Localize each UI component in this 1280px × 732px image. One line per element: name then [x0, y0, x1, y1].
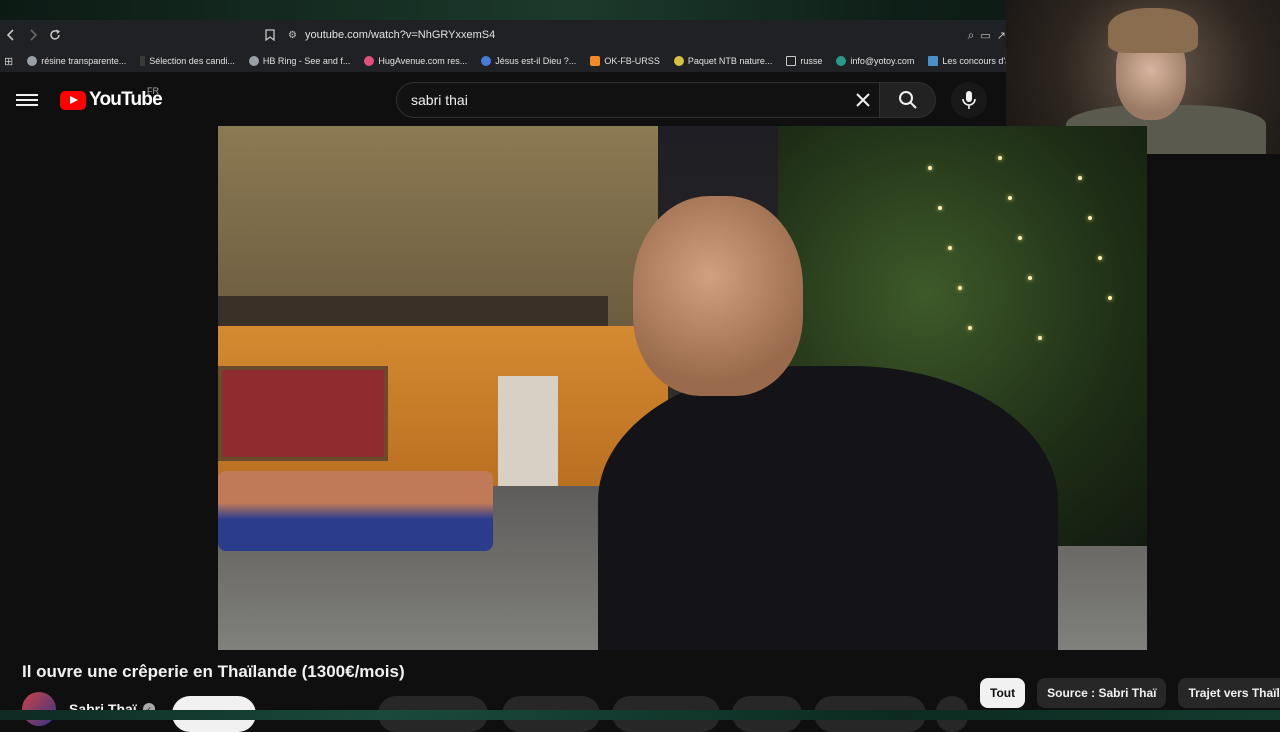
- video-scene-noticeboard: [218, 366, 388, 461]
- cast-icon[interactable]: ▭: [980, 29, 990, 42]
- back-icon[interactable]: [0, 24, 22, 46]
- voice-search-button[interactable]: [951, 82, 987, 118]
- youtube-header: YouTube FR: [0, 72, 1006, 128]
- globe-icon: [248, 56, 259, 66]
- desktop-background-bottom: [0, 710, 1280, 720]
- search-box[interactable]: [396, 82, 880, 118]
- globe-icon: [27, 56, 38, 66]
- bookmark-item[interactable]: Paquet NTB nature...: [673, 56, 772, 66]
- video-scene-roof: [218, 296, 608, 326]
- chip-source[interactable]: Source : Sabri Thaï: [1037, 678, 1167, 708]
- video-scene-door: [498, 376, 558, 491]
- site-info-icon[interactable]: ⚙: [288, 30, 297, 41]
- leaf-icon: [673, 56, 684, 66]
- microphone-icon: [962, 91, 976, 109]
- share-icon[interactable]: ↗: [997, 29, 1006, 42]
- bookmark-item[interactable]: résine transparente...: [27, 56, 126, 66]
- url-text[interactable]: youtube.com/watch?v=NhGRYxxemS4: [305, 29, 495, 41]
- video-scene-sofa: [218, 471, 493, 551]
- region-label: FR: [147, 86, 159, 96]
- chip-trip[interactable]: Trajet vers Thaïlan: [1178, 678, 1280, 708]
- clear-search-icon[interactable]: [853, 90, 873, 110]
- folder-icon: [786, 56, 797, 66]
- bookmark-item[interactable]: OK-FB-URSS: [590, 56, 660, 66]
- bookmark-item[interactable]: Sélection des candi...: [140, 56, 235, 66]
- page-icon: [140, 56, 146, 66]
- bookmark-item[interactable]: russe: [786, 56, 822, 66]
- reload-icon[interactable]: [44, 24, 66, 46]
- bookmark-item[interactable]: Les concours d'au: [928, 56, 1006, 66]
- url-actions: ⌕ ▭ ↗: [968, 20, 1006, 50]
- menu-icon[interactable]: [16, 91, 38, 109]
- zoom-icon[interactable]: ⌕: [968, 28, 975, 43]
- webcam-person-hair: [1108, 8, 1198, 53]
- bookmark-item[interactable]: Jésus est-il Dieu ?...: [481, 56, 576, 66]
- heart-icon: [364, 56, 375, 66]
- bookmark-item[interactable]: HugAvenue.com res...: [364, 56, 467, 66]
- youtube-play-icon: [60, 90, 86, 110]
- chip-all[interactable]: Tout: [980, 678, 1026, 708]
- site-icon: [928, 56, 939, 66]
- video-scene-person-body: [598, 366, 1058, 650]
- bookmark-star-icon[interactable]: [259, 24, 281, 46]
- forward-icon[interactable]: [22, 24, 44, 46]
- video-player[interactable]: [218, 126, 1147, 650]
- info-icon: [481, 56, 492, 66]
- address-bar[interactable]: ⚙ youtube.com/watch?v=NhGRYxxemS4: [288, 23, 1032, 47]
- search-button[interactable]: [880, 82, 936, 118]
- browser-chrome: ⚙ youtube.com/watch?v=NhGRYxxemS4 ⌕ ▭ ↗ …: [0, 20, 1006, 72]
- video-scene-person-head: [633, 196, 803, 396]
- search-icon: [898, 91, 917, 109]
- apps-grid-icon[interactable]: ⊞: [4, 55, 13, 68]
- video-title: Il ouvre une crêperie en Thaïlande (1300…: [22, 662, 405, 681]
- channel-row: Sabri Thaï ✓: [22, 692, 155, 726]
- channel-avatar[interactable]: [22, 692, 56, 726]
- globe-icon: [836, 56, 847, 66]
- search-input[interactable]: [411, 92, 831, 108]
- ok-icon: [590, 56, 601, 66]
- bookmarks-bar: ⊞ résine transparente... Sélection des c…: [0, 50, 1006, 72]
- bookmark-item[interactable]: info@yotoy.com: [836, 56, 914, 66]
- related-chips: Tout Source : Sabri Thaï Trajet vers Tha…: [980, 678, 1280, 708]
- browser-toolbar: ⚙ youtube.com/watch?v=NhGRYxxemS4 ⌕ ▭ ↗: [0, 20, 1006, 50]
- bookmark-item[interactable]: HB Ring - See and f...: [248, 56, 350, 66]
